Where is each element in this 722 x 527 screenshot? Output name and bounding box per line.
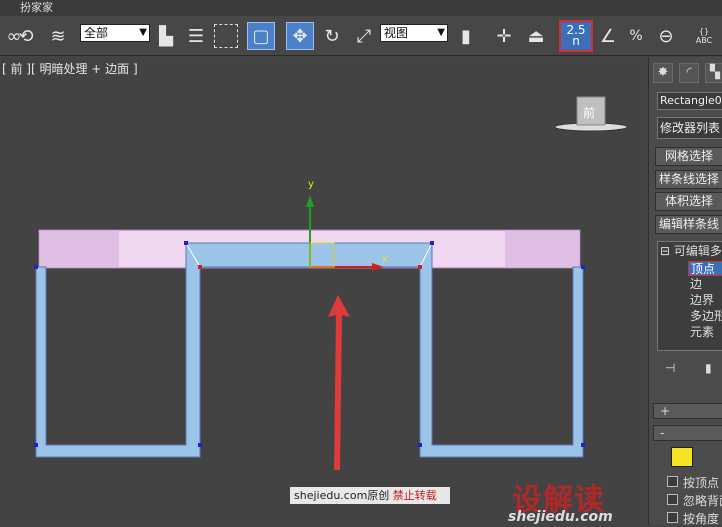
spinner-snap-icon[interactable]: ⊖ — [652, 22, 680, 50]
modifier-stack: ⊟ 可编辑多边形 顶点 边 边界 多边形 元素 — [657, 241, 722, 351]
by-angle-checkbox[interactable] — [667, 512, 678, 523]
expand-icon: + — [660, 404, 671, 418]
chevron-down-icon: ▼ — [437, 27, 445, 38]
stack-root-label: 可编辑多边形 — [673, 244, 722, 258]
vertex-group — [34, 241, 585, 447]
front-viewport[interactable]: [ 前 ][ 明暗处理 + 边面 ] y x 前 设解读 shejiedu.co… — [0, 57, 647, 525]
show-end-result-icon[interactable]: ▮ — [705, 361, 712, 375]
selected-vertex — [418, 265, 422, 269]
percent-label: % — [629, 28, 643, 44]
band-shading-left — [39, 230, 119, 268]
vertex-point — [34, 443, 38, 447]
window-crossing-icon[interactable]: ▢ — [247, 22, 275, 50]
modifier-list-dropdown[interactable]: 修改器列表 — [657, 117, 722, 139]
stack-item-element[interactable]: 元素 — [690, 325, 714, 340]
collapse-icon[interactable]: ⊟ — [660, 244, 670, 258]
stack-tools: ⊣ ▮ — [659, 361, 722, 379]
stack-item-polygon[interactable]: 多边形 — [690, 309, 722, 324]
chevron-down-icon: ▼ — [139, 27, 147, 38]
by-vertex-label: 按顶点 — [683, 476, 720, 490]
command-panel: ✸ ◜ ▚ Rectangle001 修改器列表 网格选择 样条线选择 体积选择… — [648, 57, 722, 526]
object-name-field[interactable]: Rectangle001 — [657, 92, 722, 110]
viewport-scene: y x 前 — [34, 96, 628, 470]
gizmo-y-arrow[interactable] — [306, 195, 314, 207]
abc-icon: {} — [698, 27, 710, 36]
selection-rollout: + - 按顶点 忽略背面 按角度 — [653, 403, 722, 526]
watermark-notice: 禁止转载 — [392, 489, 437, 502]
reference-coordinate-value: 视图 — [384, 26, 409, 40]
select-manipulate-icon[interactable]: ✛ — [490, 22, 518, 50]
watermark-bar: shejiedu.com原创 禁止转载 — [290, 487, 450, 504]
vertex-point — [418, 443, 422, 447]
band-shading-right — [505, 230, 580, 268]
edit-poly-shape[interactable] — [35, 242, 584, 458]
collapse-icon: - — [660, 426, 665, 440]
snap-magnet-icon: n — [572, 34, 580, 48]
pivot-icon[interactable]: ▮ — [452, 22, 480, 50]
app-title: 扮家家 — [0, 0, 722, 16]
by-angle-label: 按角度 — [683, 512, 720, 526]
rect-selection-icon[interactable] — [214, 24, 238, 48]
reference-coordinate-select[interactable]: 视图 ▼ — [380, 24, 448, 42]
mesh-select-button[interactable]: 网格选择 — [655, 147, 722, 166]
percent-snap-icon[interactable]: % — [622, 22, 650, 50]
rotate-icon[interactable]: ↻ — [318, 22, 346, 50]
keyboard-shortcut-icon[interactable]: ⏏ — [522, 22, 550, 50]
create-tab-icon[interactable]: ✸ — [653, 63, 673, 83]
stack-item-edge[interactable]: 边 — [690, 277, 702, 292]
stack-item-vertex[interactable]: 顶点 — [688, 261, 722, 276]
abc-label: ABC — [695, 36, 713, 45]
rollout-header-minus[interactable]: - — [653, 425, 722, 441]
edit-named-selection-icon[interactable]: {} ABC — [690, 22, 718, 50]
scale-icon[interactable]: ⤢ — [350, 22, 378, 50]
select-object-icon[interactable]: ▙ — [152, 22, 180, 50]
gizmo-x-label: x — [382, 254, 388, 265]
vertex-point — [430, 241, 434, 245]
watermark-logo-url: shejiedu.com — [508, 509, 613, 525]
unlink-icon[interactable]: ⟲ — [12, 22, 40, 50]
gizmo-y-label: y — [308, 179, 314, 190]
hierarchy-tab-icon[interactable]: ▚ — [705, 63, 722, 83]
bind-spacewarp-icon[interactable]: ≋ — [44, 22, 72, 50]
stack-root-item[interactable]: ⊟ 可编辑多边形 — [660, 244, 722, 259]
rollout-header-plus[interactable]: + — [653, 403, 722, 419]
viewcube-label: 前 — [583, 105, 595, 120]
angle-snap-icon[interactable]: ∠ — [594, 22, 622, 50]
selection-filter-value: 全部 — [84, 26, 109, 40]
by-vertex-checkbox[interactable] — [667, 476, 678, 487]
vertex-point — [581, 443, 585, 447]
selection-filter-select[interactable]: 全部 ▼ — [80, 24, 150, 42]
move-icon[interactable]: ✥ — [286, 22, 314, 50]
ignore-backfacing-checkbox[interactable] — [667, 494, 678, 505]
vertex-point — [198, 443, 202, 447]
vertex-point — [581, 265, 585, 269]
edit-spline-button[interactable]: 编辑样条线 — [655, 215, 722, 234]
spline-select-button[interactable]: 样条线选择 — [655, 170, 722, 189]
annotation-arrow — [328, 295, 350, 470]
volume-select-button[interactable]: 体积选择 — [655, 192, 722, 211]
watermark-site: shejiedu.com原创 — [294, 489, 390, 502]
ignore-backfacing-label: 忽略背面 — [683, 494, 722, 508]
vertex-point — [184, 241, 188, 245]
command-tabs: ✸ ◜ ▚ — [653, 61, 722, 85]
pin-stack-icon[interactable]: ⊣ — [665, 361, 675, 375]
select-by-name-icon[interactable]: ☰ — [182, 22, 210, 50]
modify-tab-icon[interactable]: ◜ — [679, 63, 699, 83]
snap-toggle-button[interactable]: 2.5 n — [559, 20, 593, 52]
vertex-point — [34, 265, 38, 269]
main-toolbar: ∞ ⟲ ≋ 全部 ▼ ▙ ☰ ▢ ✥ ↻ ⤢ 视图 ▼ ▮ ✛ ⏏ 2.5 n … — [0, 16, 722, 56]
vertex-mode-icon[interactable] — [671, 447, 693, 467]
stack-item-border[interactable]: 边界 — [690, 293, 714, 308]
selected-vertex — [198, 265, 202, 269]
